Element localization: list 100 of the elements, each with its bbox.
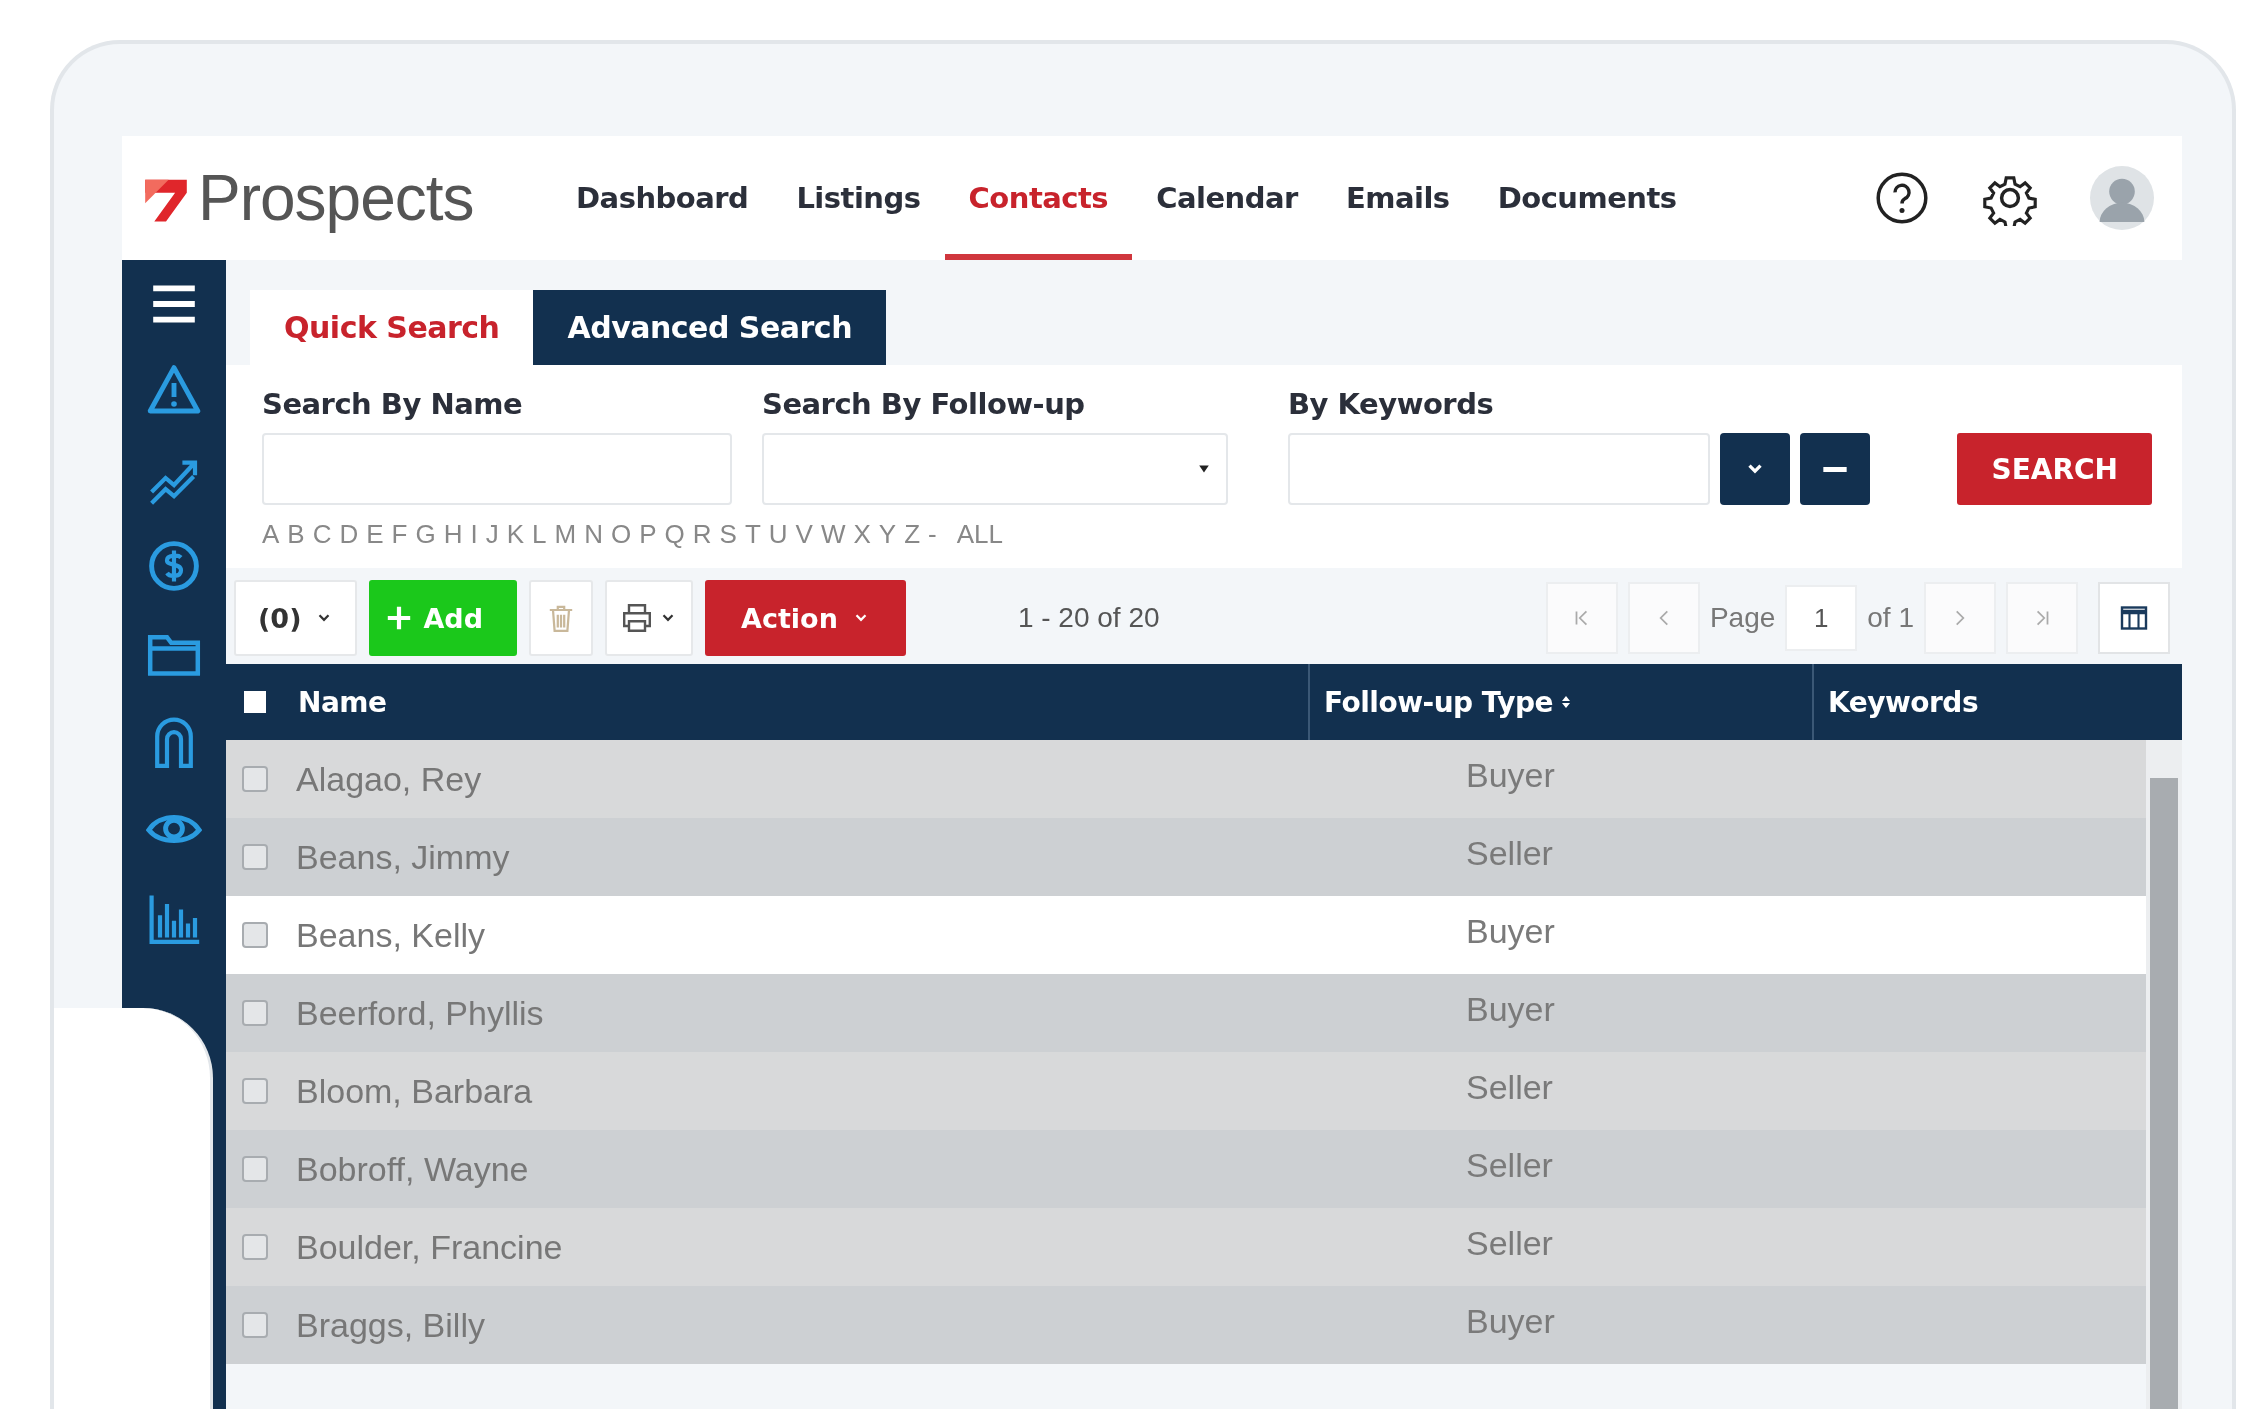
table-row[interactable]: Boulder, Francine Seller [226,1208,2146,1286]
field-label: Search By Name [262,387,524,421]
letter-link[interactable]: S [719,519,737,550]
follow-up-type: Buyer [1466,1301,1555,1341]
contact-name: Beans, Jimmy [296,837,510,877]
contact-name: Braggs, Billy [296,1305,485,1345]
letter-link[interactable]: B [287,519,305,550]
name-input-field[interactable] [262,433,732,505]
letter-link[interactable]: A [262,519,280,550]
nav-link[interactable]: Documents [1473,136,1701,260]
table-columns-icon [2119,603,2149,633]
keywords-input-field[interactable] [1288,433,1710,505]
search-tab[interactable]: Advanced Search [533,290,886,365]
contact-name: Bloom, Barbara [296,1071,533,1111]
page-number-field[interactable]: 1 [1785,585,1858,651]
letter-link[interactable]: L [532,519,547,550]
field-label: By Keywords [1288,387,1495,421]
expand-button[interactable] [1720,433,1790,505]
help-icon[interactable] [1874,170,1930,226]
column-header[interactable]: Keywords [1828,685,1979,719]
next-page-button[interactable] [1924,582,1996,654]
letter-link[interactable]: N [584,519,603,550]
dollar-icon[interactable] [146,538,202,594]
letter-link[interactable]: P [639,519,657,550]
record-range: 1 - 20 of 20 [1017,602,1160,634]
letter-link[interactable]: O [611,519,632,550]
table-row[interactable]: Alagao, Rey Buyer [226,740,2146,818]
delete-button[interactable] [529,580,594,656]
column-header[interactable]: Name [298,685,387,719]
letter-link[interactable]: U [768,519,788,550]
row-checkbox[interactable] [242,1078,268,1104]
letter-link[interactable]: Y [878,519,897,550]
dropdown-caret-icon [1198,463,1210,475]
contact-name: Beans, Kelly [296,915,485,955]
letter-link[interactable]: G [415,519,436,550]
letter-link[interactable]: W [820,519,846,550]
follow-up-dropdown[interactable] [762,433,1228,505]
minus-icon [1823,466,1847,472]
letter-link[interactable]: K [506,519,525,550]
letter-link[interactable]: E [366,519,384,550]
search-button[interactable]: SEARCH [1957,433,2152,505]
selection-dropdown[interactable]: (0) [234,580,358,656]
nav-link[interactable]: Dashboard [552,136,773,260]
row-checkbox[interactable] [242,1000,268,1026]
column-header[interactable]: Follow-up Type [1324,685,1553,719]
letter-link[interactable]: Q [664,519,685,550]
row-checkbox[interactable] [242,844,268,870]
table-row[interactable]: Bobroff, Wayne Seller [226,1130,2146,1208]
row-checkbox[interactable] [242,1312,268,1338]
letter-link[interactable]: T [744,519,761,550]
table-row[interactable]: Bloom, Barbara Seller [226,1052,2146,1130]
contact-name: Beerford, Phyllis [296,993,544,1033]
follow-up-type: Seller [1466,833,1553,873]
follow-up-type: Seller [1466,1067,1553,1107]
follow-up-type: Buyer [1466,989,1555,1029]
row-checkbox[interactable] [242,922,268,948]
scrollbar[interactable] [2146,740,2182,1409]
contact-name: Bobroff, Wayne [296,1149,529,1189]
table-row[interactable]: Beans, Jimmy Seller [226,818,2146,896]
remove-button[interactable] [1800,433,1870,505]
avatar-icon[interactable] [2090,166,2154,230]
print-button[interactable] [605,580,694,656]
select-all-checkbox[interactable] [244,691,266,713]
separator: - [928,519,937,550]
letter-link[interactable]: R [692,519,712,550]
letter-link[interactable]: I [470,519,478,550]
action-button[interactable]: Action [705,580,906,656]
follow-up-type: Seller [1466,1223,1553,1263]
table-row[interactable]: Beans, Kelly Buyer [226,896,2146,974]
brand-name: Prospects [198,161,474,235]
letter-link[interactable]: X [853,519,871,550]
first-page-button[interactable] [1545,582,1618,654]
nav-link[interactable]: Calendar [1132,136,1322,260]
previous-page-button[interactable] [1627,582,1700,654]
follow-up-type: Buyer [1466,911,1555,951]
nav-link[interactable]: Contacts [944,136,1133,260]
sort-icon[interactable] [1560,695,1571,709]
nav-link[interactable]: Emails [1321,136,1474,260]
all-link[interactable]: ALL [956,519,1003,550]
table-row[interactable]: Braggs, Billy Buyer [226,1286,2146,1364]
letter-link[interactable]: V [795,519,813,550]
contact-name: Boulder, Francine [296,1227,563,1267]
row-checkbox[interactable] [242,1156,268,1182]
columns-button[interactable] [2098,582,2170,654]
page-label: Page [1709,602,1776,634]
row-checkbox[interactable] [242,1234,268,1260]
last-page-button[interactable] [2006,582,2078,654]
nav-link[interactable]: Listings [772,136,945,260]
add-button[interactable]: Add [369,580,518,656]
table-row[interactable]: Beerford, Phyllis Buyer [226,974,2146,1052]
letter-link[interactable]: Z [904,519,921,550]
row-checkbox[interactable] [242,766,268,792]
scrollbar-thumb[interactable] [2150,778,2178,1409]
letter-link[interactable]: F [391,519,408,550]
letter-link[interactable]: D [339,519,359,550]
letter-link[interactable]: M [554,519,577,550]
search-tab[interactable]: Quick Search [250,290,534,365]
letter-link[interactable]: J [485,519,499,550]
letter-link[interactable]: C [312,519,332,550]
letter-link[interactable]: H [443,519,463,550]
